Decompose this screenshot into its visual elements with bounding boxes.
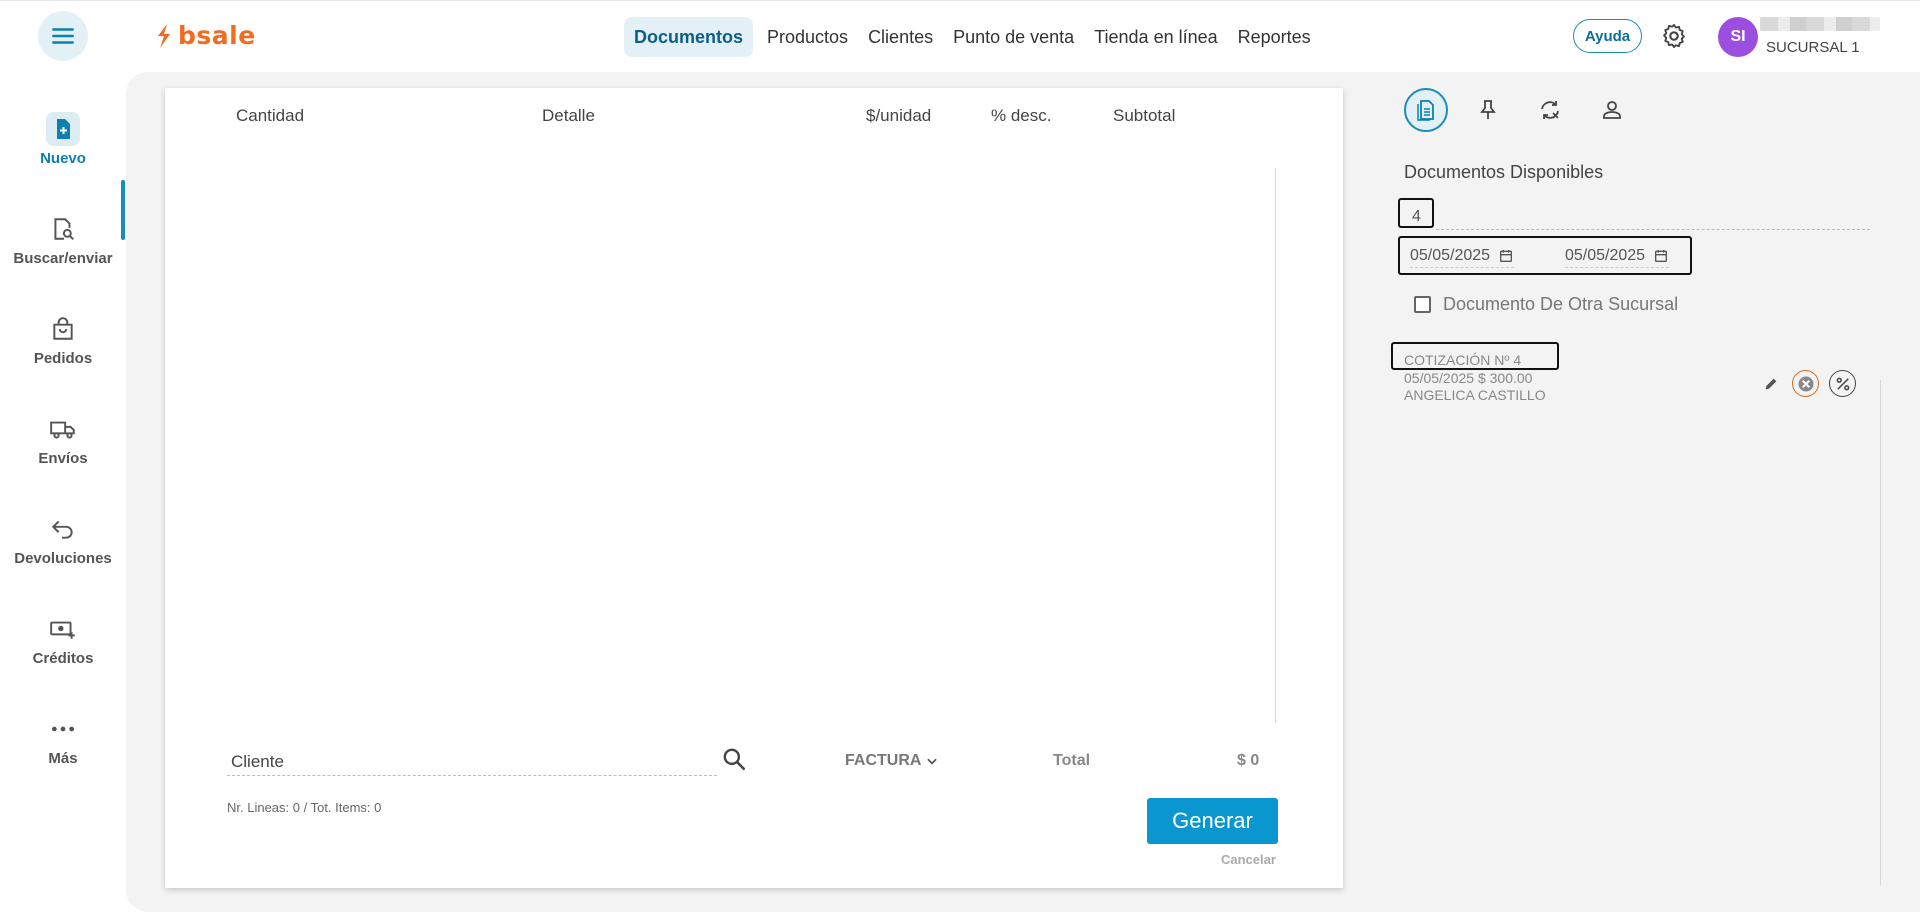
tab-pinned[interactable] [1466,88,1510,132]
sidebar-item-label: Pedidos [33,350,93,367]
bsale-logo[interactable]: bsale [154,21,256,50]
help-button[interactable]: Ayuda [1573,19,1642,53]
sidebar-item-devoluciones[interactable]: Devoluciones [0,512,126,567]
nav-clientes[interactable]: Clientes [858,17,943,57]
nav-reportes[interactable]: Reportes [1228,17,1321,57]
nav-tienda-en-linea[interactable]: Tienda en línea [1084,17,1227,57]
date-from-value: 05/05/2025 [1410,247,1491,264]
sidebar-item-creditos[interactable]: Créditos [0,612,126,667]
hamburger-icon [52,28,74,44]
documents-icon [1417,100,1434,121]
percent-icon [1836,377,1849,390]
right-panel-tabs [1404,88,1634,132]
calendar-icon [1655,250,1668,262]
sidebar-item-label: Envíos [38,450,88,467]
tab-documents[interactable] [1404,88,1448,132]
pencil-icon [1765,378,1777,389]
other-branch-checkbox[interactable] [1414,296,1431,313]
sidebar-item-envios[interactable]: Envíos [0,412,126,467]
search-document-icon [46,212,80,246]
sidebar-item-label: Más [48,750,78,767]
sidebar-item-label: Buscar/enviar [13,250,113,267]
date-from-field[interactable]: 05/05/2025 [1410,247,1515,268]
top-bar: bsale Documentos Productos Clientes Punt… [0,0,1920,70]
discount-quote-button[interactable] [1829,370,1856,397]
column-detalle: Detalle [542,106,595,125]
lines-info: Nr. Lineas: 0 / Tot. Items: 0 [227,800,382,815]
user-icon [1603,101,1621,119]
nav-productos[interactable]: Productos [757,17,858,57]
date-to-field[interactable]: 05/05/2025 [1565,247,1670,268]
logo-text: bsale [178,21,256,50]
sidebar-item-label: Nuevo [40,150,86,167]
cancel-link[interactable]: Cancelar [1221,852,1276,867]
scroll-divider [1275,168,1276,723]
sidebar-item-nuevo[interactable]: Nuevo [0,112,126,167]
return-arrow-icon [46,512,80,546]
right-panel-scroll-divider [1880,380,1881,885]
document-number-filter[interactable]: 4 [1398,198,1434,228]
quote-actions [1760,370,1856,397]
branch-label: SUCURSAL 1 [1766,39,1860,56]
sidebar-item-mas[interactable]: Más [0,712,126,767]
total-label: Total [1053,752,1091,769]
column-cantidad: Cantidad [236,106,305,125]
search-icon[interactable] [721,746,747,772]
sidebar: Nuevo Buscar/enviar Pedidos Envíos Devol… [0,70,126,912]
other-branch-label: Documento De Otra Sucursal [1443,294,1679,314]
sidebar-item-label: Créditos [32,650,94,667]
gear-icon[interactable] [1660,22,1688,50]
document-type-value: FACTURA [845,752,922,769]
chevron-down-icon [927,758,938,765]
hamburger-menu-button[interactable] [38,11,88,61]
sidebar-item-label: Devoluciones [14,550,112,567]
document-type-select[interactable]: FACTURA [845,752,939,770]
calendar-icon [1500,250,1513,262]
more-dots-icon [46,712,80,746]
filter-underline [1436,229,1870,230]
document-card: Cantidad Detalle $/unidad % desc. Subtot… [165,88,1343,888]
new-document-icon [46,112,80,146]
quote-date-amount: 05/05/2025 $ 300.00 [1404,370,1533,386]
nav-punto-de-venta[interactable]: Punto de venta [943,17,1084,57]
credit-money-icon [46,612,80,646]
quote-title[interactable]: COTIZACIÓN Nº 4 [1404,352,1521,368]
column-subtotal: Subtotal [1113,106,1176,125]
client-input[interactable] [227,748,717,776]
shopping-bag-icon [46,312,80,346]
other-branch-checkbox-row[interactable]: Documento De Otra Sucursal [1414,294,1678,315]
date-to-value: 05/05/2025 [1565,247,1646,264]
date-range-filter: 05/05/2025 05/05/2025 [1398,236,1692,275]
bsale-logo-icon [158,23,170,48]
sidebar-item-buscar-enviar[interactable]: Buscar/enviar [0,212,126,267]
generate-button[interactable]: Generar [1147,798,1278,844]
pin-icon [1480,100,1496,119]
tab-sync[interactable] [1528,88,1572,132]
close-icon [1798,376,1813,391]
column-precio-unidad: $/unidad [866,106,932,125]
total-value: $ 0 [1237,752,1260,769]
truck-icon [46,412,80,446]
tab-client[interactable] [1590,88,1634,132]
edit-quote-button[interactable] [1760,373,1782,395]
main-nav: Documentos Productos Clientes Punto de v… [624,17,1321,57]
quote-client: ANGELICA CASTILLO [1404,387,1546,403]
cancel-quote-button[interactable] [1792,370,1819,397]
available-documents-title: Documentos Disponibles [1404,162,1604,182]
user-avatar[interactable]: SI [1718,17,1758,57]
column-descuento: % desc. [991,106,1052,125]
sync-cancel-icon [1541,101,1559,119]
nav-documentos[interactable]: Documentos [624,17,754,57]
sidebar-item-pedidos[interactable]: Pedidos [0,312,126,367]
user-name-redacted [1760,17,1880,31]
